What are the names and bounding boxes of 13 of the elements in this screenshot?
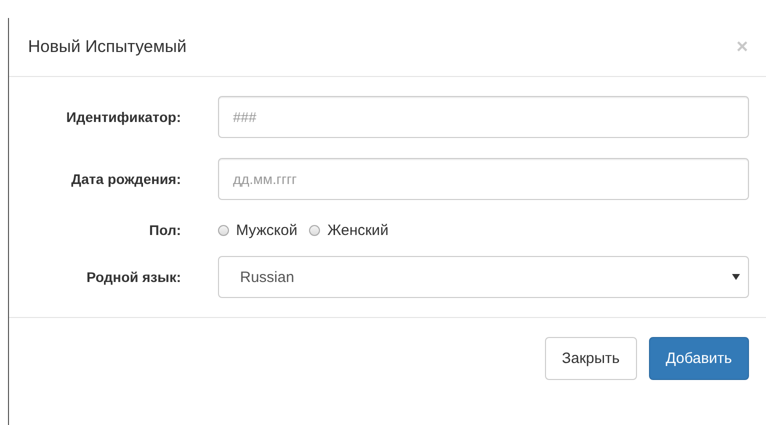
field-label: Пол: <box>148 222 181 238</box>
language-select[interactable]: Russian <box>218 256 749 298</box>
radio-option[interactable]: Мужской <box>218 222 298 238</box>
radio-option[interactable]: Женский <box>309 222 388 238</box>
input-field[interactable]: дд.мм.гггг <box>218 158 749 200</box>
modal-title: Новый Испытуемый <box>28 37 186 57</box>
add-button[interactable]: Добавить <box>648 337 749 380</box>
input-field[interactable]: ### <box>218 96 749 138</box>
caret-icon <box>732 274 740 280</box>
field-label: Родной язык: <box>86 269 181 285</box>
field-label: Идентификатор: <box>65 109 181 125</box>
close-dialog-button[interactable]: Закрыть <box>544 337 637 380</box>
field-label: Дата рождения: <box>70 171 181 187</box>
